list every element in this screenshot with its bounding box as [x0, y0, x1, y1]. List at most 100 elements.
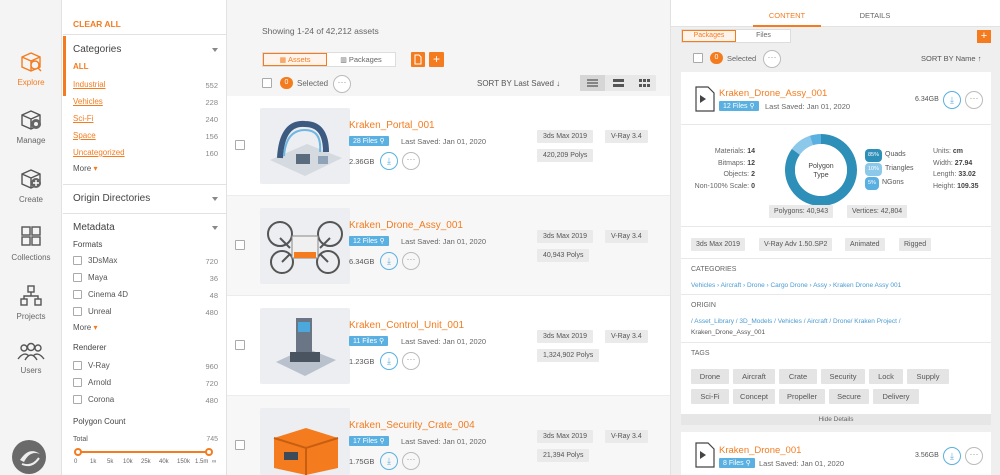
tab-assets[interactable]: ▦ Assets [263, 53, 327, 66]
category-space[interactable]: Space [73, 131, 96, 140]
categories-more-link[interactable]: More ▾ [73, 164, 97, 173]
tag-chip[interactable]: Sci-Fi [691, 389, 729, 404]
detail-bulk-actions-button[interactable]: ··· [763, 50, 781, 68]
asset-row[interactable]: Kraken_Drone_Assy_001 12 Files ⚲ Last Sa… [227, 196, 670, 296]
package-title-link[interactable]: Kraken_Drone_001 [719, 445, 801, 456]
subtab-packages[interactable]: Packages [682, 30, 736, 42]
renderer-arnold-checkbox[interactable]: Arnold [73, 378, 111, 388]
select-all-checkbox[interactable] [262, 78, 272, 88]
row-checkbox[interactable] [235, 440, 245, 450]
nav-projects[interactable]: Projects [0, 284, 62, 321]
row-checkbox[interactable] [235, 340, 245, 350]
asset-row[interactable]: Kraken_Control_Unit_001 11 Files ⚲ Last … [227, 296, 670, 396]
tag-chip[interactable]: Aircraft [733, 369, 775, 384]
asset-thumbnail[interactable] [260, 208, 350, 284]
list-view-button[interactable] [580, 75, 605, 91]
tag-chip[interactable]: Concept [733, 389, 775, 404]
download-button[interactable]: ⤓ [380, 352, 398, 370]
package-more-button[interactable]: ··· [965, 447, 983, 465]
files-badge[interactable]: 17 Files ⚲ [349, 436, 389, 446]
detail-sort-dropdown[interactable]: SORT BY Name ↑ [921, 54, 981, 63]
category-vehicles[interactable]: Vehicles [73, 97, 103, 106]
tag-chip[interactable]: Delivery [873, 389, 919, 404]
more-options-button[interactable]: ··· [402, 252, 420, 270]
chevron-down-icon[interactable] [212, 197, 218, 201]
download-button[interactable]: ⤓ [380, 252, 398, 270]
export-button[interactable] [411, 52, 425, 67]
asset-title-link[interactable]: Kraken_Portal_001 [349, 120, 435, 131]
row-checkbox[interactable] [235, 140, 245, 150]
package-download-button[interactable]: ⤓ [943, 447, 961, 465]
asset-title-link[interactable]: Kraken_Control_Unit_001 [349, 320, 464, 331]
slider-handle-max[interactable] [205, 448, 213, 456]
asset-row[interactable]: Kraken_Security_Crate_004 17 Files ⚲ Las… [227, 396, 670, 475]
tag-chip[interactable]: Security [821, 369, 865, 384]
package-download-button[interactable]: ⤓ [943, 91, 961, 109]
format-3dsmax-checkbox[interactable]: 3DsMax [73, 256, 117, 266]
chevron-down-icon[interactable] [212, 226, 218, 230]
bulk-actions-button[interactable]: ··· [333, 75, 351, 93]
add-button[interactable]: + [429, 52, 444, 67]
tag-chip[interactable]: Crate [779, 369, 817, 384]
package-files-badge[interactable]: 12 Files ⚲ [719, 101, 759, 111]
download-button[interactable]: ⤓ [380, 452, 398, 470]
row-checkbox[interactable] [235, 240, 245, 250]
grid-view-button[interactable] [631, 75, 656, 91]
slider-handle-min[interactable] [74, 448, 82, 456]
chevron-down-icon[interactable] [212, 48, 218, 52]
categories-breadcrumb[interactable]: Vehicles › Aircraft › Drone › Cargo Dron… [691, 282, 901, 289]
package-title-link[interactable]: Kraken_Drone_Assy_001 [719, 88, 827, 99]
category-sci-fi[interactable]: Sci-Fi [73, 114, 93, 123]
nav-create[interactable]: Create [0, 167, 62, 204]
tag-chip[interactable]: Propeller [779, 389, 825, 404]
more-options-button[interactable]: ··· [402, 152, 420, 170]
renderer-vray-checkbox[interactable]: V-Ray [73, 361, 110, 371]
tag-chip[interactable]: Lock [869, 369, 903, 384]
layout-toggle [580, 75, 656, 91]
tag-chip[interactable]: Supply [907, 369, 949, 384]
tab-details[interactable]: DETAILS [841, 0, 909, 27]
tag-chip[interactable]: Drone [691, 369, 729, 384]
detail-add-button[interactable]: + [977, 30, 991, 43]
renderer-corona-checkbox[interactable]: Corona [73, 395, 114, 405]
package-files-badge[interactable]: 8 Files ⚲ [719, 458, 755, 468]
origin-directories-title[interactable]: Origin Directories [73, 193, 150, 204]
nav-collections[interactable]: Collections [0, 225, 62, 262]
nav-manage[interactable]: Manage [0, 108, 62, 145]
files-badge[interactable]: 28 Files ⚲ [349, 136, 389, 146]
format-maya-checkbox[interactable]: Maya [73, 273, 108, 283]
subtab-files[interactable]: Files [737, 30, 790, 42]
tag-chip[interactable]: Secure [829, 389, 869, 404]
category-industrial[interactable]: Industrial [73, 80, 105, 89]
format-cinema4d-checkbox[interactable]: Cinema 4D [73, 290, 128, 300]
nav-users[interactable]: Users [0, 342, 62, 375]
category-uncategorized[interactable]: Uncategorized [73, 148, 125, 157]
more-options-button[interactable]: ··· [402, 452, 420, 470]
origin-path-link[interactable]: / Asset_Library / 3D_Models / Vehicles /… [691, 318, 901, 325]
compact-view-button[interactable] [606, 75, 631, 91]
clear-all-link[interactable]: CLEAR ALL [73, 19, 121, 29]
asset-row[interactable]: Kraken_Portal_001 28 Files ⚲ Last Saved:… [227, 96, 670, 196]
format-unreal-checkbox[interactable]: Unreal [73, 307, 112, 317]
download-button[interactable]: ⤓ [380, 152, 398, 170]
formats-more-link[interactable]: More ▾ [73, 323, 97, 332]
asset-title-link[interactable]: Kraken_Drone_Assy_001 [349, 220, 463, 231]
tab-packages[interactable]: ▥ Packages [327, 53, 395, 66]
categories-title[interactable]: Categories [73, 44, 121, 55]
polygon-range-slider[interactable] [77, 451, 211, 453]
metadata-title[interactable]: Metadata [73, 222, 115, 233]
asset-thumbnail[interactable] [260, 408, 350, 475]
files-badge[interactable]: 11 Files ⚲ [349, 336, 389, 346]
asset-title-link[interactable]: Kraken_Security_Crate_004 [349, 420, 475, 431]
asset-thumbnail[interactable] [260, 108, 350, 184]
tab-content[interactable]: CONTENT [753, 0, 821, 27]
sort-dropdown[interactable]: SORT BY Last Saved ↓ [477, 79, 560, 88]
package-more-button[interactable]: ··· [965, 91, 983, 109]
category-all[interactable]: ALL [73, 62, 89, 71]
hide-details-button[interactable]: Hide Details [681, 414, 991, 425]
more-options-button[interactable]: ··· [402, 352, 420, 370]
files-badge[interactable]: 12 Files ⚲ [349, 236, 389, 246]
asset-thumbnail[interactable] [260, 308, 350, 384]
detail-select-all-checkbox[interactable] [693, 53, 703, 63]
nav-explore[interactable]: Explore [0, 50, 62, 87]
